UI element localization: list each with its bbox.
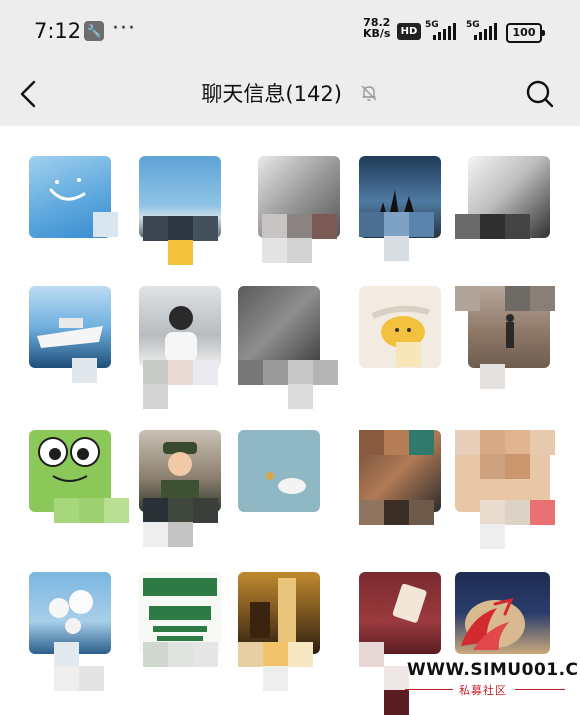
battery-icon: 100 (506, 23, 545, 43)
pixel-mosaic (93, 212, 118, 237)
pixel-mosaic (72, 358, 97, 383)
pixel-mosaic (79, 498, 104, 523)
pixel-mosaic (359, 212, 384, 237)
pixel-mosaic (168, 360, 193, 385)
pixel-mosaic (54, 666, 79, 691)
signal-label: 5G (425, 20, 439, 30)
pixel-mosaic (168, 498, 193, 523)
pixel-mosaic (384, 236, 409, 261)
pixel-mosaic (168, 522, 193, 547)
pixel-mosaic (530, 286, 555, 311)
site-watermark: WWW.SIMU001.CN 私募社区 (385, 598, 580, 702)
pixel-mosaic (263, 360, 288, 385)
signal-icon: 5G (466, 20, 498, 40)
watermark-subtitle: 私募社区 (459, 684, 507, 697)
pixel-mosaic (143, 498, 168, 523)
pixel-mosaic (409, 430, 434, 455)
member-avatar[interactable] (238, 430, 320, 512)
pixel-mosaic (384, 500, 409, 525)
pixel-mosaic (287, 214, 312, 239)
pixel-mosaic (359, 642, 384, 667)
page-title: 聊天信息(142) (201, 82, 342, 106)
pixel-mosaic (193, 642, 218, 667)
status-time: 7:12 (34, 19, 82, 43)
pixel-mosaic (359, 500, 384, 525)
member-avatar[interactable] (139, 286, 221, 368)
pixel-mosaic (143, 384, 168, 409)
avatar-image (37, 318, 103, 348)
wrench-icon: 🔧 (84, 21, 104, 41)
bell-muted-icon (361, 85, 377, 101)
pixel-mosaic (505, 430, 530, 455)
search-icon (526, 80, 554, 108)
watermark-site: WWW.SIMU001.CN (407, 660, 580, 680)
pixel-mosaic (312, 214, 337, 239)
pixel-mosaic (480, 500, 505, 525)
pixel-mosaic (409, 500, 434, 525)
pixel-mosaic (480, 454, 505, 479)
pixel-mosaic (480, 214, 505, 239)
pixel-mosaic (384, 430, 409, 455)
pixel-mosaic (143, 522, 168, 547)
member-avatar[interactable] (238, 286, 320, 368)
pixel-mosaic (143, 360, 168, 385)
pixel-mosaic (143, 642, 168, 667)
pixel-mosaic (287, 238, 312, 263)
pixel-mosaic (168, 642, 193, 667)
watermark-logo (461, 598, 514, 650)
pixel-mosaic (262, 214, 287, 239)
pixel-mosaic (288, 384, 313, 409)
pixel-mosaic (505, 286, 530, 311)
search-button[interactable] (522, 74, 558, 114)
watermark-divider (405, 689, 453, 690)
pixel-mosaic (54, 498, 79, 523)
pixel-mosaic (288, 642, 313, 667)
pixel-mosaic (262, 238, 287, 263)
pixel-mosaic (505, 454, 530, 479)
member-avatar[interactable] (29, 286, 111, 368)
pixel-mosaic (505, 214, 530, 239)
pixel-mosaic (263, 642, 288, 667)
pixel-mosaic (168, 240, 193, 265)
pixel-mosaic (168, 216, 193, 241)
pixel-mosaic (480, 430, 505, 455)
chat-info-header: 聊天信息(142) (0, 62, 580, 126)
pixel-mosaic (480, 524, 505, 549)
pixel-mosaic (455, 430, 480, 455)
avatar-image (266, 472, 306, 494)
pixel-mosaic (288, 360, 313, 385)
avatar-image (165, 306, 197, 362)
pixel-mosaic (530, 430, 555, 455)
pixel-mosaic (384, 212, 409, 237)
pixel-mosaic (530, 500, 555, 525)
pixel-mosaic (396, 342, 421, 367)
pixel-mosaic (505, 500, 530, 525)
signal-label: 5G (466, 20, 480, 30)
pixel-mosaic (455, 286, 480, 311)
pixel-mosaic (263, 666, 288, 691)
hd-badge: HD (397, 23, 421, 40)
more-notifications-icon: ··· (112, 16, 136, 41)
watermark-divider (515, 689, 565, 690)
pixel-mosaic (238, 360, 263, 385)
pixel-mosaic (359, 430, 384, 455)
pixel-mosaic (455, 214, 480, 239)
pixel-mosaic (79, 666, 104, 691)
pixel-mosaic (143, 216, 168, 241)
signal-icon: 5G (425, 20, 457, 40)
net-speed: 78.2 KB/s (363, 17, 390, 39)
status-bar: 7:12 🔧 ··· 78.2 KB/s HD 5G 5G 100 (0, 0, 580, 62)
pixel-mosaic (238, 642, 263, 667)
pixel-mosaic (104, 498, 129, 523)
pixel-mosaic (480, 364, 505, 389)
pixel-mosaic (193, 216, 218, 241)
pixel-mosaic (313, 360, 338, 385)
pixel-mosaic (409, 212, 434, 237)
pixel-mosaic (193, 360, 218, 385)
net-speed-unit: KB/s (363, 27, 391, 40)
pixel-mosaic (193, 498, 218, 523)
pixel-mosaic (54, 642, 79, 667)
